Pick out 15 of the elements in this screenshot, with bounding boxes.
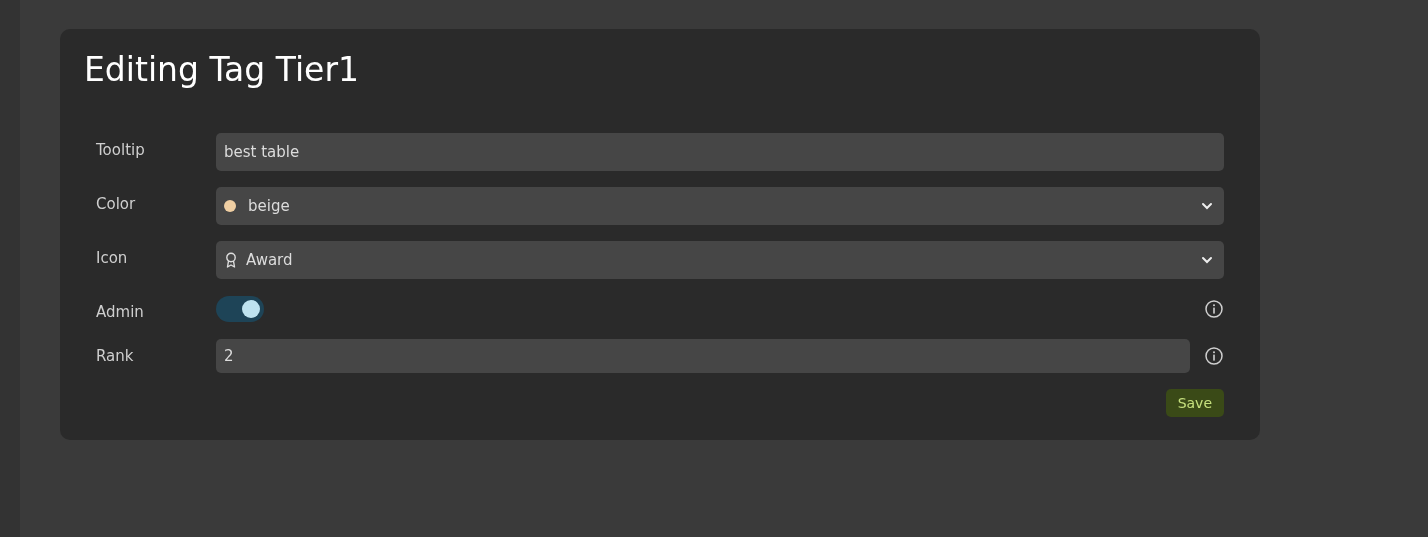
info-icon[interactable] (1204, 346, 1224, 366)
info-icon[interactable] (1204, 299, 1224, 319)
save-button[interactable]: Save (1165, 389, 1224, 417)
field-label: Tooltip (96, 141, 146, 159)
field-label: Admin (96, 303, 145, 321)
field-label: Rank (96, 347, 135, 365)
icon-select[interactable]: Award (216, 241, 1224, 279)
admin-toggle[interactable] (216, 296, 264, 322)
text-field[interactable]: best table (216, 133, 1224, 171)
number-field[interactable]: 2 (216, 339, 1190, 373)
award-icon (224, 252, 238, 268)
field-label: Icon (96, 249, 129, 267)
field-label: Color (96, 195, 137, 213)
color-select[interactable]: beige (216, 187, 1224, 225)
dialog-title: Editing Tag Tier1 (84, 49, 359, 91)
